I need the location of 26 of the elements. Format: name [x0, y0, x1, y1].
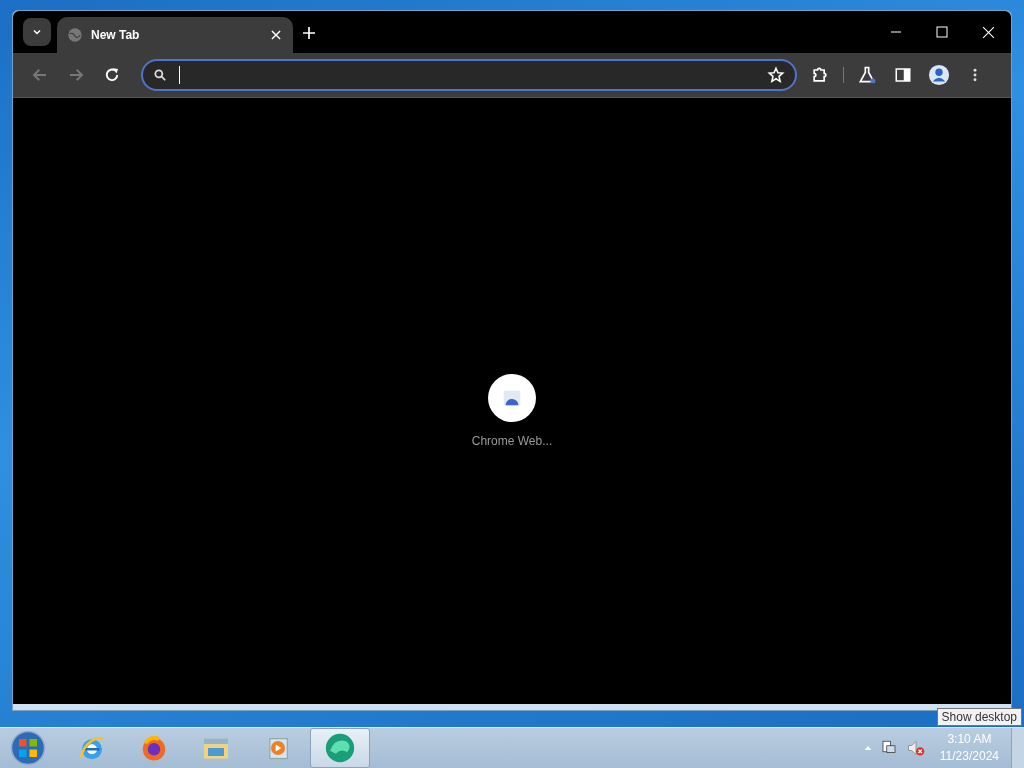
clock-time: 3:10 AM	[947, 731, 992, 748]
flask-icon[interactable]	[857, 65, 877, 85]
search-icon	[153, 68, 167, 82]
taskbar-app[interactable]	[310, 728, 370, 768]
address-bar[interactable]	[141, 59, 797, 91]
clock-date: 11/23/2024	[939, 748, 999, 765]
globe-icon	[67, 27, 83, 43]
puzzle-icon[interactable]	[810, 65, 830, 85]
new-tab-icon[interactable]	[301, 25, 317, 41]
side-panel-icon[interactable]	[894, 66, 912, 84]
tooltip: Show desktop	[936, 708, 1022, 726]
windows-orb-icon	[10, 730, 46, 766]
browser-tab[interactable]: New Tab	[57, 17, 293, 53]
maximize-icon[interactable]	[936, 26, 948, 38]
close-icon[interactable]	[269, 28, 283, 42]
profile-avatar-icon[interactable]	[928, 64, 950, 86]
star-icon[interactable]	[767, 66, 785, 84]
forward-arrow-icon[interactable]	[67, 66, 85, 84]
shortcut-label[interactable]: Chrome Web...	[471, 434, 553, 448]
swirl-icon[interactable]	[323, 731, 357, 765]
tab-search-button[interactable]	[23, 18, 51, 46]
back-arrow-icon[interactable]	[31, 66, 49, 84]
shortcut-tile[interactable]	[488, 374, 536, 422]
reload-icon[interactable]	[103, 66, 121, 84]
muted-speaker-icon[interactable]	[905, 738, 926, 758]
close-icon[interactable]	[981, 25, 995, 39]
